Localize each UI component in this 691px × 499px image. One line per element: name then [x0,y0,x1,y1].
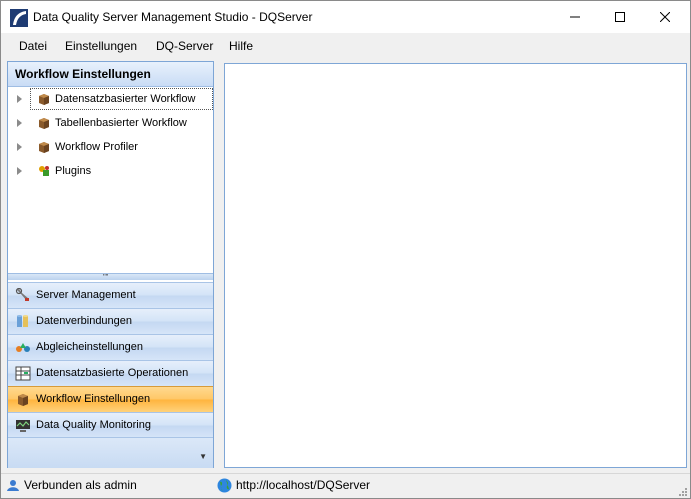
box-icon [39,118,49,129]
shapes-icon [16,343,30,352]
nav-label: Data Quality Monitoring [36,419,151,431]
tree-item-label: Plugins [55,165,92,177]
box-icon [18,394,28,406]
monitor-icon [16,420,30,432]
close-button[interactable] [642,1,688,33]
user-icon [7,480,19,491]
navigation-panel: Workflow Einstellungen Datensatzbasierte… [7,61,214,468]
nav-record-operations[interactable]: Datensatzbasierte Operationen [8,360,213,386]
nav-data-quality-monitoring[interactable]: Data Quality Monitoring [8,412,213,438]
tree-item-workflow-profiler[interactable]: Workflow Profiler [8,136,213,158]
nav-data-connections[interactable]: Datenverbindungen [8,308,213,334]
panel-title: Workflow Einstellungen [15,67,151,81]
title-bar: Data Quality Server Management Studio - … [1,1,690,33]
table-icon [15,366,31,381]
app-window: Data Quality Server Management Studio - … [0,0,691,499]
nav-footer: ▼ [8,437,213,468]
nav-label: Workflow Einstellungen [36,393,151,405]
connection-status-text: Verbunden als admin [24,478,137,492]
menu-file[interactable]: Datei [19,39,47,53]
wrench-icon [15,288,29,301]
panel-splitter[interactable]: '''' [8,273,213,281]
nav-matching-settings[interactable]: Abgleicheinstellungen [8,334,213,360]
nav-label: Datenverbindungen [36,315,133,327]
box-icon [39,94,49,105]
server-url-text: http://localhost/DQServer [236,478,371,492]
nav-server-management[interactable]: Server Management [8,282,213,308]
panel-header: Workflow Einstellungen [8,62,213,87]
tree-item-plugins[interactable]: Plugins [8,160,213,182]
tree-item-record-workflow[interactable]: Datensatzbasierter Workflow [8,88,213,110]
tree-item-label: Tabellenbasierter Workflow [55,117,187,129]
close-icon [660,12,670,22]
tree-item-label: Workflow Profiler [55,141,138,153]
nav-label: Abgleicheinstellungen [36,341,144,353]
tree-item-table-workflow[interactable]: Tabellenbasierter Workflow [8,112,213,134]
expand-arrow-icon[interactable] [17,119,22,127]
expand-arrow-icon[interactable] [17,95,22,103]
status-bar: Verbunden als admin http://localhost/DQS… [1,473,690,498]
globe-icon [217,478,232,493]
minimize-button[interactable] [552,1,598,33]
window-title: Data Quality Server Management Studio - … [33,10,313,24]
nav-workflow-settings[interactable]: Workflow Einstellungen [8,386,213,412]
menu-help[interactable]: Hilfe [229,39,253,53]
main-content-area [224,63,687,468]
maximize-icon [615,12,625,22]
plugin-icon [39,166,49,176]
nav-label: Datensatzbasierte Operationen [36,367,189,379]
menu-dq-server[interactable]: DQ-Server [156,39,213,53]
resize-grip-icon[interactable] [678,487,688,497]
database-icon [17,315,28,327]
minimize-icon [570,16,580,18]
nav-label: Server Management [36,289,136,301]
app-logo-icon [10,9,28,27]
expand-arrow-icon[interactable] [17,167,22,175]
maximize-button[interactable] [597,1,643,33]
workflow-tree: Datensatzbasierter Workflow Tabellenbasi… [8,87,213,273]
splitter-grip-icon: '''' [103,274,109,281]
tree-item-label: Datensatzbasierter Workflow [55,93,196,105]
chevron-down-icon[interactable]: ▼ [199,452,207,461]
box-icon [39,142,49,153]
menu-settings[interactable]: Einstellungen [65,39,137,53]
expand-arrow-icon[interactable] [17,143,22,151]
menu-bar: Datei Einstellungen DQ-Server Hilfe [1,34,690,58]
